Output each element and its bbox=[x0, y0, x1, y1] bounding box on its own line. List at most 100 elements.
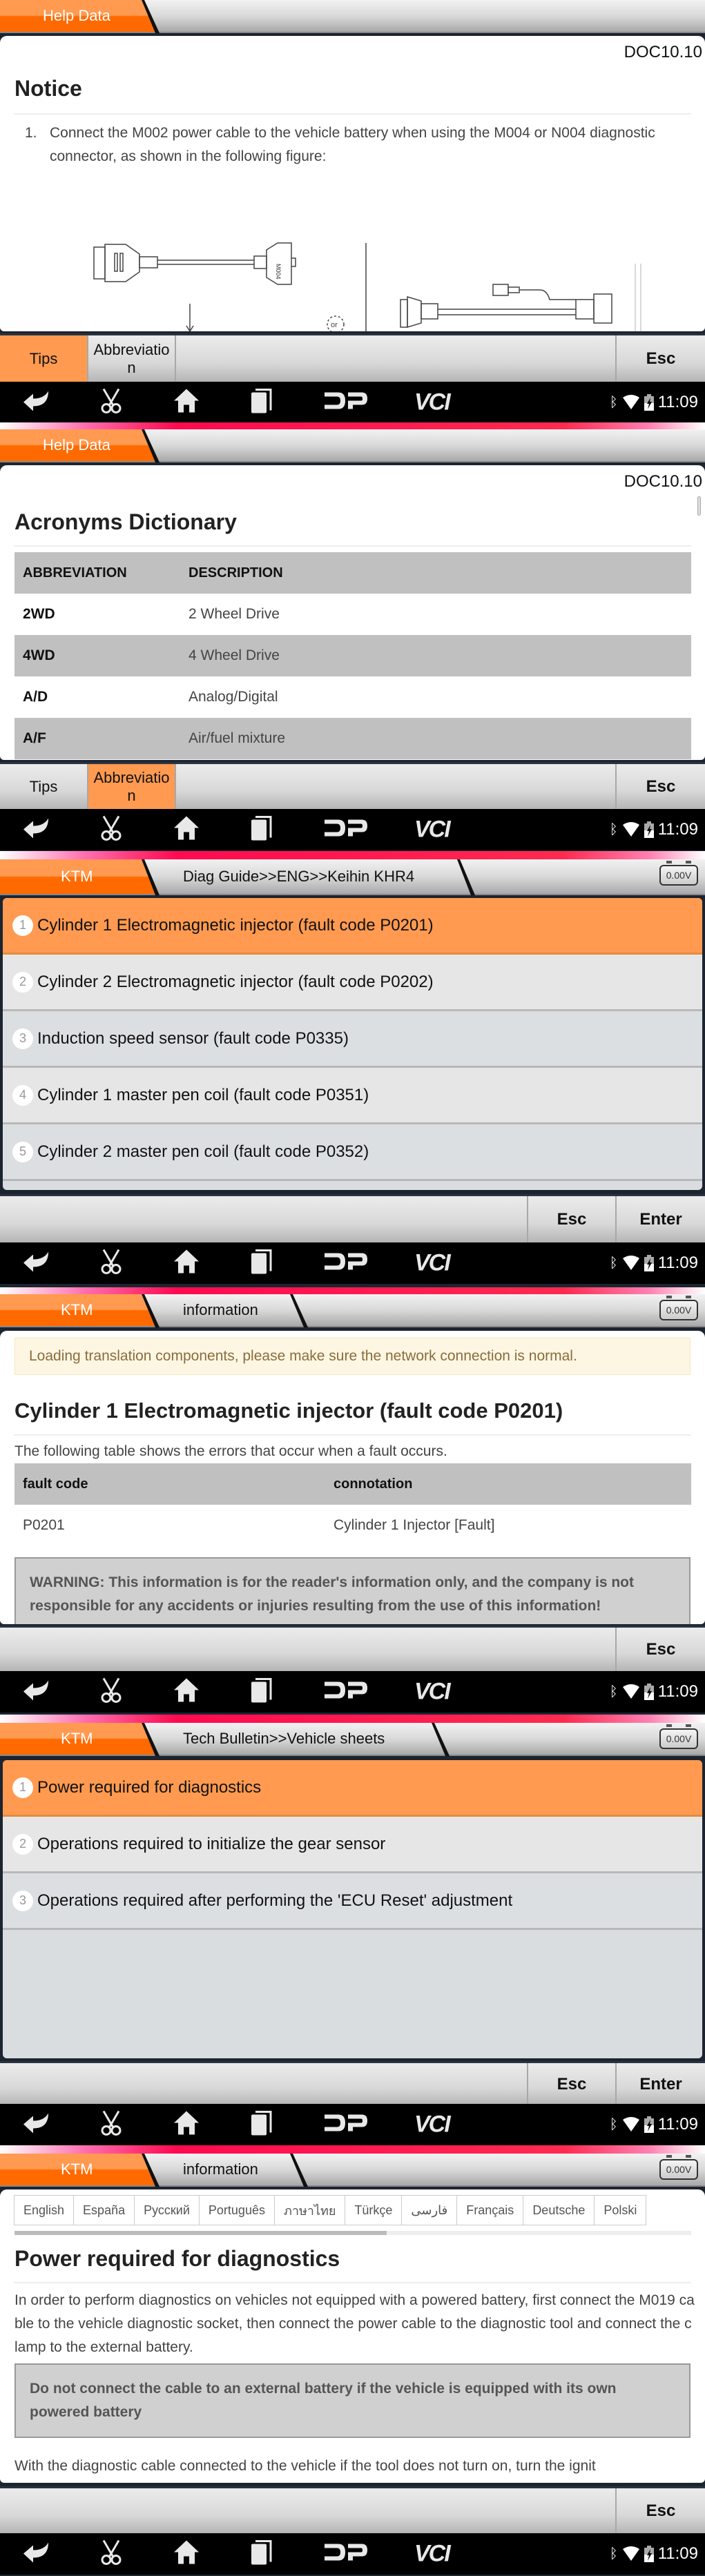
language-tab-german[interactable]: Deutsche bbox=[523, 2196, 595, 2225]
vci-icon[interactable]: VCI bbox=[414, 1679, 451, 1706]
recent-apps-icon[interactable] bbox=[250, 2539, 273, 2570]
item-number: 1 bbox=[12, 1777, 33, 1798]
home-icon[interactable] bbox=[173, 1248, 200, 1279]
dp-icon[interactable] bbox=[323, 390, 369, 416]
header-brand[interactable]: Help Data bbox=[0, 0, 155, 32]
header-brand[interactable]: KTM bbox=[0, 2154, 155, 2185]
divider bbox=[14, 1434, 691, 1436]
item-label: Cylinder 1 master pen coil (fault code P… bbox=[37, 1085, 369, 1104]
list-item[interactable]: 4 Cylinder 1 master pen coil (fault code … bbox=[3, 1068, 702, 1124]
vci-icon[interactable]: VCI bbox=[414, 2541, 451, 2568]
home-icon[interactable] bbox=[173, 1677, 200, 1708]
screenshot-scissors-icon[interactable] bbox=[99, 815, 123, 845]
home-icon[interactable] bbox=[173, 2109, 200, 2140]
dp-icon[interactable] bbox=[323, 2112, 369, 2138]
vertical-scrollbar[interactable] bbox=[697, 496, 701, 516]
language-tab-turkish[interactable]: Türkçe bbox=[345, 2196, 403, 2225]
language-tab-spanish[interactable]: España bbox=[74, 2196, 135, 2225]
home-icon[interactable] bbox=[173, 387, 200, 418]
clock: 11:09 bbox=[657, 2544, 698, 2563]
vci-icon[interactable]: VCI bbox=[414, 817, 451, 843]
list-item[interactable]: 2 Cylinder 2 Electromagnetic injector (fa… bbox=[3, 955, 702, 1011]
breadcrumb[interactable]: Diag Guide>>ENG>>Keihin KHR4 bbox=[183, 859, 414, 894]
toolbar: Tips Abbreviation Esc bbox=[0, 762, 705, 809]
header-brand[interactable]: Help Data bbox=[0, 429, 155, 461]
language-tab-portuguese[interactable]: Português bbox=[200, 2196, 275, 2225]
esc-button[interactable]: Esc bbox=[617, 1628, 705, 1671]
header-brand[interactable]: KTM bbox=[0, 859, 155, 894]
header-bar: Help Data bbox=[0, 0, 705, 33]
esc-button[interactable]: Esc bbox=[528, 1196, 617, 1242]
vci-icon[interactable]: VCI bbox=[414, 2111, 451, 2138]
back-icon[interactable] bbox=[21, 1678, 51, 1706]
vci-icon[interactable]: VCI bbox=[414, 1250, 451, 1277]
header-divider bbox=[142, 1723, 160, 1756]
dp-icon[interactable] bbox=[323, 1251, 369, 1276]
screenshot-scissors-icon[interactable] bbox=[99, 2539, 123, 2569]
recent-apps-icon[interactable] bbox=[250, 1248, 273, 1279]
screenshot-scissors-icon[interactable] bbox=[99, 1677, 123, 1707]
list-item[interactable]: 2 Operations required to initialize the g… bbox=[3, 1817, 702, 1873]
back-icon[interactable] bbox=[21, 2540, 51, 2568]
status-area: ᛒ 11:09 bbox=[610, 2544, 698, 2564]
screen-separator bbox=[0, 851, 705, 859]
horizontal-scrollbar[interactable] bbox=[15, 2231, 691, 2235]
dp-icon[interactable] bbox=[323, 817, 369, 843]
back-icon[interactable] bbox=[21, 389, 51, 417]
tips-button[interactable]: Tips bbox=[0, 764, 88, 809]
recent-apps-icon[interactable] bbox=[250, 387, 273, 418]
language-tab-persian[interactable]: فارسی bbox=[402, 2196, 458, 2225]
header-brand[interactable]: KTM bbox=[0, 1723, 155, 1755]
home-icon[interactable] bbox=[173, 2539, 200, 2570]
dp-icon[interactable] bbox=[323, 1679, 369, 1705]
esc-button[interactable]: Esc bbox=[617, 335, 705, 382]
figure-label-m004: M004 bbox=[275, 264, 282, 280]
list-item[interactable]: 5 Cylinder 2 master pen coil (fault code … bbox=[3, 1124, 702, 1181]
breadcrumb[interactable]: information bbox=[183, 2154, 258, 2185]
recent-apps-icon[interactable] bbox=[250, 1677, 273, 1708]
screen-separator bbox=[0, 422, 705, 429]
recent-apps-icon[interactable] bbox=[250, 2109, 273, 2140]
screenshot-scissors-icon[interactable] bbox=[99, 1249, 123, 1278]
home-icon[interactable] bbox=[173, 814, 200, 846]
header-brand[interactable]: KTM bbox=[0, 1294, 155, 1326]
clock: 11:09 bbox=[657, 2115, 698, 2134]
connotation-cell: Cylinder 1 Injector [Fault] bbox=[334, 1517, 495, 1533]
list-item[interactable]: 1 Cylinder 1 Electromagnetic injector (fa… bbox=[3, 898, 702, 955]
language-tab-polish[interactable]: Polski bbox=[595, 2196, 646, 2225]
language-tab-french[interactable]: Français bbox=[457, 2196, 524, 2225]
esc-button[interactable]: Esc bbox=[617, 764, 705, 809]
list-item[interactable]: 3 Operations required after performing th… bbox=[3, 1873, 702, 1930]
back-icon[interactable] bbox=[21, 1249, 51, 1278]
recent-apps-icon[interactable] bbox=[250, 814, 273, 846]
screenshot-scissors-icon[interactable] bbox=[99, 2110, 123, 2140]
back-icon[interactable] bbox=[21, 816, 51, 844]
battery-charging-icon bbox=[644, 1255, 654, 1271]
abbreviation-button[interactable]: Abbreviation bbox=[88, 764, 176, 809]
vci-icon[interactable]: VCI bbox=[414, 389, 451, 416]
header-divider bbox=[142, 0, 160, 33]
item-number: 4 bbox=[12, 1084, 33, 1106]
paragraph: In order to perform diagnostics on vehic… bbox=[15, 2292, 695, 2355]
abbreviation-button[interactable]: Abbreviation bbox=[88, 335, 176, 382]
language-tab-english[interactable]: English bbox=[15, 2196, 75, 2225]
tips-button[interactable]: Tips bbox=[0, 335, 88, 382]
description-cell: 4 Wheel Drive bbox=[180, 635, 691, 676]
language-tab-thai[interactable]: ภาษาไทย bbox=[275, 2196, 346, 2225]
tech-bulletin-list: 1 Power required for diagnostics 2 Operati… bbox=[3, 1760, 702, 2058]
wifi-icon bbox=[622, 395, 639, 409]
dp-icon[interactable] bbox=[323, 2541, 369, 2567]
enter-button[interactable]: Enter bbox=[617, 1196, 705, 1242]
screen-separator bbox=[0, 2145, 705, 2154]
back-icon[interactable] bbox=[21, 2111, 51, 2139]
list-item[interactable]: 1 Power required for diagnostics bbox=[3, 1760, 702, 1817]
enter-button[interactable]: Enter bbox=[617, 2063, 705, 2105]
esc-button[interactable]: Esc bbox=[528, 2063, 617, 2105]
breadcrumb[interactable]: Tech Bulletin>>Vehicle sheets bbox=[183, 1723, 385, 1755]
breadcrumb[interactable]: information bbox=[183, 1294, 258, 1326]
screenshot-scissors-icon[interactable] bbox=[99, 388, 123, 418]
esc-button[interactable]: Esc bbox=[617, 2488, 705, 2533]
language-tab-russian[interactable]: Русский bbox=[135, 2196, 200, 2225]
system-navbar: VCI ᛒ 11:09 bbox=[0, 2533, 705, 2575]
list-item[interactable]: 3 Induction speed sensor (fault code P033… bbox=[3, 1011, 702, 1068]
